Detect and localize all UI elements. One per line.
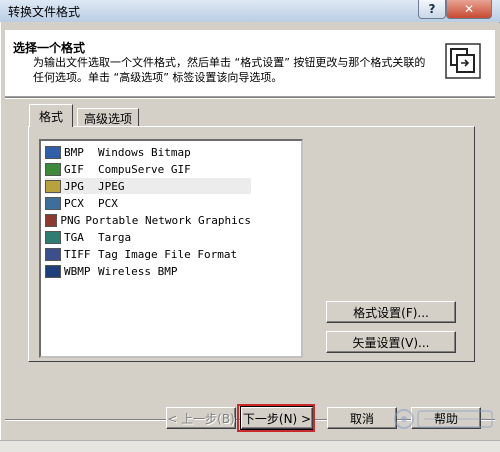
format-list-item[interactable]: JPG JPEG [45,178,251,194]
close-icon: ✕ [463,2,475,16]
gif-icon [45,162,61,176]
format-description: Wireless BMP [98,264,178,278]
format-extension: TIFF [64,247,91,261]
format-list-item[interactable]: BMP Windows Bitmap [45,144,251,160]
png-icon [45,213,58,227]
tga-icon [45,230,61,244]
close-button[interactable]: ✕ [446,0,492,19]
next-label: 下一步(N) > [242,411,312,426]
format-extension: WBMP [64,264,91,278]
format-list-item[interactable]: WBMP Wireless BMP [45,263,251,279]
tab-advanced-options[interactable]: 高级选项 [77,108,139,127]
bmp-icon [45,145,61,159]
format-list-item[interactable]: PNG Portable Network Graphics [45,212,251,228]
format-extension: PNG [60,213,81,227]
cancel-button[interactable]: 取消 [327,407,397,429]
background-window-strip [0,440,500,452]
vector-settings-label: 矢量设置(V)... [352,335,430,350]
format-tab-panel: BMP Windows Bitmap GIF CompuServe GIF JPG JPE… [28,126,475,362]
tab-advanced-label: 高级选项 [83,111,132,126]
next-button[interactable]: 下一步(N) > [240,406,314,430]
format-description: Targa [98,230,132,244]
header-title: 选择一个格式 [13,41,86,55]
format-list-item[interactable]: TIFF Tag Image File Format [45,246,251,262]
back-button[interactable]: < 上一步(B) [166,407,236,429]
format-description: PCX [98,196,118,210]
dialog-body: 选择一个格式 为输出文件选取一个文件格式，然后单击 “格式设置” 按钮更改与那个… [0,22,499,450]
format-settings-button[interactable]: 格式设置(F)... [326,301,456,323]
format-list-item[interactable]: PCX PCX [45,195,251,211]
format-list[interactable]: BMP Windows Bitmap GIF CompuServe GIF JPG JPE… [39,139,303,358]
format-description: Portable Network Graphics [85,213,251,227]
cancel-label: 取消 [349,411,374,426]
format-description: Tag Image File Format [98,247,238,261]
vector-settings-button[interactable]: 矢量设置(V)... [326,331,456,353]
header-separator [5,97,495,99]
pcx-icon [45,196,61,210]
format-extension: PCX [64,196,84,210]
format-extension: GIF [64,162,84,176]
format-list-item[interactable]: GIF CompuServe GIF [45,161,251,177]
tab-format-label: 格式 [38,109,63,124]
help-icon: ? [428,2,436,16]
format-description: CompuServe GIF [98,162,191,176]
format-extension: BMP [64,145,84,159]
help-title-button[interactable]: ? [418,0,446,19]
tab-format[interactable]: 格式 [29,104,73,127]
format-description: Windows Bitmap [98,145,191,159]
back-label: < 上一步(B) [167,411,235,426]
window-title: 转换文件格式 [8,5,81,19]
wbmp-icon [45,264,61,278]
format-extension: TGA [64,230,84,244]
convert-format-icon [445,43,481,79]
format-settings-label: 格式设置(F)... [353,305,429,320]
help-label: 帮助 [433,411,458,426]
help-button[interactable]: 帮助 [411,407,481,429]
jpg-icon [45,179,61,193]
format-extension: JPG [64,179,84,193]
format-list-item[interactable]: TGA Targa [45,229,251,245]
title-bar: 转换文件格式 ? ✕ [0,0,500,23]
tiff-icon [45,247,61,261]
wizard-header: 选择一个格式 为输出文件选取一个文件格式，然后单击 “格式设置” 按钮更改与那个… [5,30,495,97]
header-description: 为输出文件选取一个文件格式，然后单击 “格式设置” 按钮更改与那个格式关联的任何… [33,56,426,84]
format-description: JPEG [98,179,125,193]
